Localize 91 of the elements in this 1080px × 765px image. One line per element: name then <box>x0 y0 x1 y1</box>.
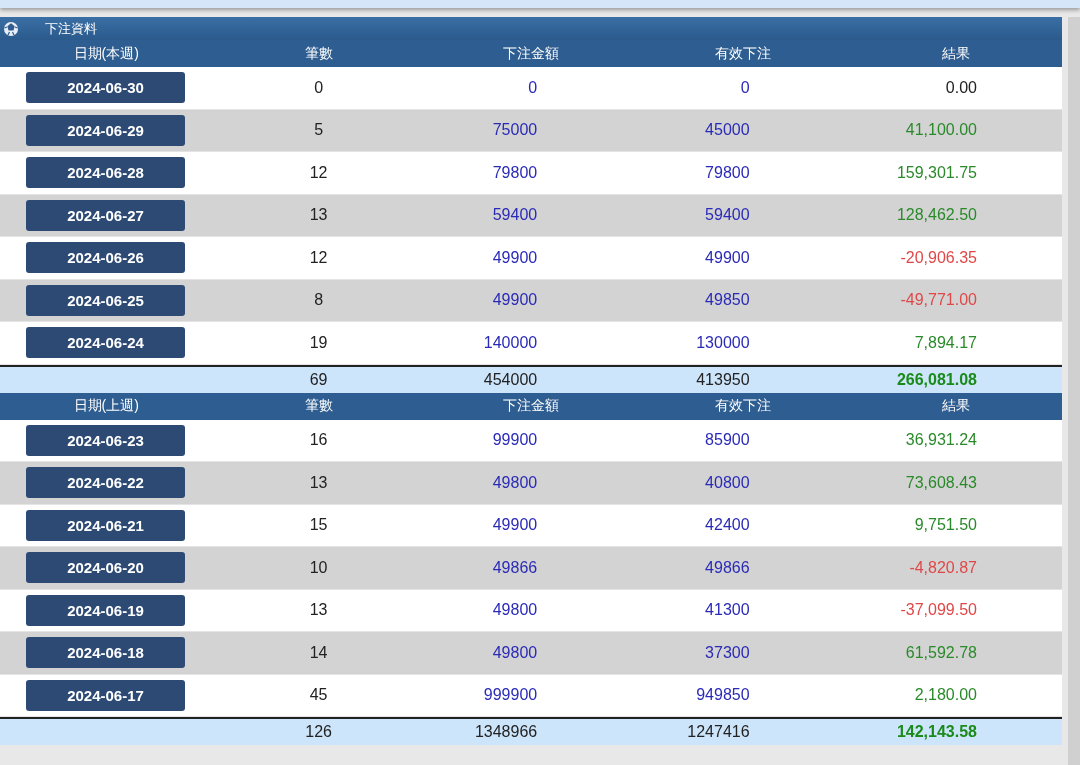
table-cell: 14 <box>309 643 328 662</box>
table-cell: 45000 <box>705 121 750 140</box>
date-button[interactable]: 2024-06-25 <box>26 284 185 316</box>
date-button[interactable]: 2024-06-20 <box>26 552 185 584</box>
ball-icon <box>3 20 19 37</box>
scrollbar[interactable] <box>1068 17 1080 765</box>
total-cell: 1247416 <box>687 723 750 741</box>
column-header: 下注金額 <box>503 397 559 415</box>
table-cell: 49866 <box>705 558 750 577</box>
column-header: 結果 <box>941 397 970 415</box>
table-cell: 73,608.43 <box>905 473 977 492</box>
column-header: 日期(本週) <box>73 44 139 63</box>
panel-title: 下注資料 <box>45 19 97 38</box>
table-cell: 8 <box>314 291 324 310</box>
table-cell: 13 <box>309 206 328 225</box>
table-cell: 7,894.17 <box>914 333 977 352</box>
table-cell: 36,931.24 <box>905 431 977 450</box>
column-header: 有效下注 <box>715 44 772 63</box>
column-header: 日期(上週) <box>73 397 139 415</box>
table-cell: -20,906.35 <box>900 248 977 267</box>
column-header: 下注金額 <box>503 44 559 63</box>
table-cell: 49800 <box>492 473 538 492</box>
total-cell: 126 <box>305 723 332 741</box>
table-cell: 59400 <box>492 206 538 225</box>
table-cell: 159,301.75 <box>896 163 977 182</box>
table-cell: 49800 <box>492 643 538 662</box>
table-cell: 0 <box>740 78 750 97</box>
table-cell: 10 <box>309 558 328 577</box>
date-button[interactable]: 2024-06-19 <box>26 594 185 626</box>
table-cell: 12 <box>309 163 328 182</box>
date-button[interactable]: 2024-06-27 <box>26 199 185 231</box>
table-cell: 999900 <box>483 686 538 705</box>
table-cell: 75000 <box>492 121 538 140</box>
total-cell: 266,081.08 <box>896 370 977 389</box>
table-cell: 49866 <box>492 558 538 577</box>
date-button[interactable]: 2024-06-23 <box>26 424 185 456</box>
table-cell: 0.00 <box>945 78 977 97</box>
total-cell: 1348966 <box>474 723 538 741</box>
table-cell: 949850 <box>696 686 750 705</box>
table-cell: 59400 <box>705 206 750 225</box>
column-header: 筆數 <box>304 397 333 415</box>
table-cell: -4,820.87 <box>909 558 977 577</box>
date-button[interactable]: 2024-06-28 <box>26 157 185 189</box>
table-cell: 41300 <box>705 601 750 620</box>
table-cell: 140000 <box>483 333 538 352</box>
table-cell: 99900 <box>492 431 538 450</box>
table-cell: -37,099.50 <box>900 601 977 620</box>
table-cell: 37300 <box>705 643 750 662</box>
table-cell: 61,592.78 <box>905 643 977 662</box>
date-button[interactable]: 2024-06-18 <box>26 637 185 669</box>
table-cell: 5 <box>314 121 324 140</box>
table-cell: 49850 <box>705 291 750 310</box>
table-cell: 49900 <box>492 516 538 535</box>
table-cell: 0 <box>314 78 324 97</box>
table-cell: 13 <box>309 601 328 620</box>
table-cell: 45 <box>309 686 328 705</box>
table-cell: 49800 <box>492 601 538 620</box>
column-header: 結果 <box>941 44 970 63</box>
table-cell: 13 <box>309 473 328 492</box>
table-cell: 0 <box>528 78 538 97</box>
table-cell: 19 <box>309 333 328 352</box>
total-cell: 69 <box>309 370 328 389</box>
column-header: 筆數 <box>304 44 333 63</box>
total-cell: 454000 <box>483 370 538 389</box>
table-cell: 42400 <box>705 516 750 535</box>
table-cell: 16 <box>309 431 328 450</box>
table-cell: 49900 <box>492 291 538 310</box>
date-button[interactable]: 2024-06-21 <box>26 509 185 541</box>
table-cell: 41,100.00 <box>905 121 977 140</box>
table-cell: 9,751.50 <box>914 516 977 535</box>
table-cell: -49,771.00 <box>900 291 977 310</box>
table-cell: 79800 <box>492 163 538 182</box>
date-button[interactable]: 2024-06-22 <box>26 467 185 499</box>
table-cell: 40800 <box>705 473 750 492</box>
table-cell: 2,180.00 <box>914 686 977 705</box>
table-cell: 128,462.50 <box>896 206 977 225</box>
table-cell: 12 <box>309 248 328 267</box>
table-cell: 85900 <box>705 431 750 450</box>
table-cell: 15 <box>309 516 328 535</box>
table-cell: 79800 <box>705 163 750 182</box>
column-header: 有效下注 <box>715 397 772 415</box>
total-cell: 142,143.58 <box>896 723 977 741</box>
date-button[interactable]: 2024-06-26 <box>26 242 185 274</box>
table-cell: 49900 <box>492 248 538 267</box>
total-cell: 413950 <box>696 370 750 389</box>
table-cell: 130000 <box>696 333 750 352</box>
date-button[interactable]: 2024-06-29 <box>26 114 185 146</box>
date-button[interactable]: 2024-06-17 <box>26 679 185 711</box>
table-cell: 49900 <box>705 248 750 267</box>
date-button[interactable]: 2024-06-24 <box>26 327 185 359</box>
date-button[interactable]: 2024-06-30 <box>26 72 185 104</box>
